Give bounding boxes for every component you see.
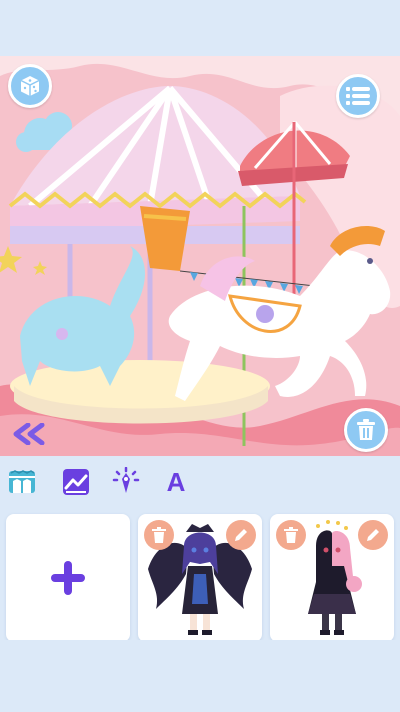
plus-icon — [51, 561, 85, 595]
character-card[interactable] — [138, 514, 262, 642]
edit-toolbar: A — [0, 456, 400, 508]
tool-image[interactable] — [60, 466, 92, 498]
trash-icon — [357, 419, 375, 440]
trash-icon — [284, 527, 298, 543]
trash-icon — [152, 527, 166, 543]
carousel-scene-art — [0, 56, 400, 456]
bottom-spacer — [0, 640, 400, 712]
top-bar — [0, 0, 400, 56]
effects-tool-icon — [112, 467, 140, 493]
random-dice-button[interactable] — [8, 64, 52, 108]
edit-character-button[interactable] — [226, 520, 256, 550]
list-icon — [346, 87, 370, 105]
edit-character-button[interactable] — [358, 520, 388, 550]
character-card[interactable] — [270, 514, 394, 642]
pencil-icon — [235, 529, 247, 541]
double-chevron-left-icon — [13, 423, 45, 445]
dice-icon — [20, 76, 40, 96]
delete-character-button[interactable] — [276, 520, 306, 550]
background-tool-icon — [9, 470, 35, 493]
delete-scene-button[interactable] — [344, 408, 388, 452]
text-tool-icon: A — [166, 466, 186, 497]
tool-text[interactable]: A — [160, 466, 192, 498]
collapse-panel-button[interactable] — [12, 422, 52, 446]
menu-list-button[interactable] — [336, 74, 380, 118]
image-tool-icon — [63, 469, 89, 495]
delete-character-button[interactable] — [144, 520, 174, 550]
tool-background[interactable] — [6, 466, 38, 498]
tool-effects[interactable] — [110, 466, 142, 498]
add-character-card[interactable] — [6, 514, 130, 642]
pencil-icon — [367, 529, 379, 541]
add-character-button[interactable] — [6, 514, 130, 642]
scene-canvas[interactable] — [0, 56, 400, 456]
